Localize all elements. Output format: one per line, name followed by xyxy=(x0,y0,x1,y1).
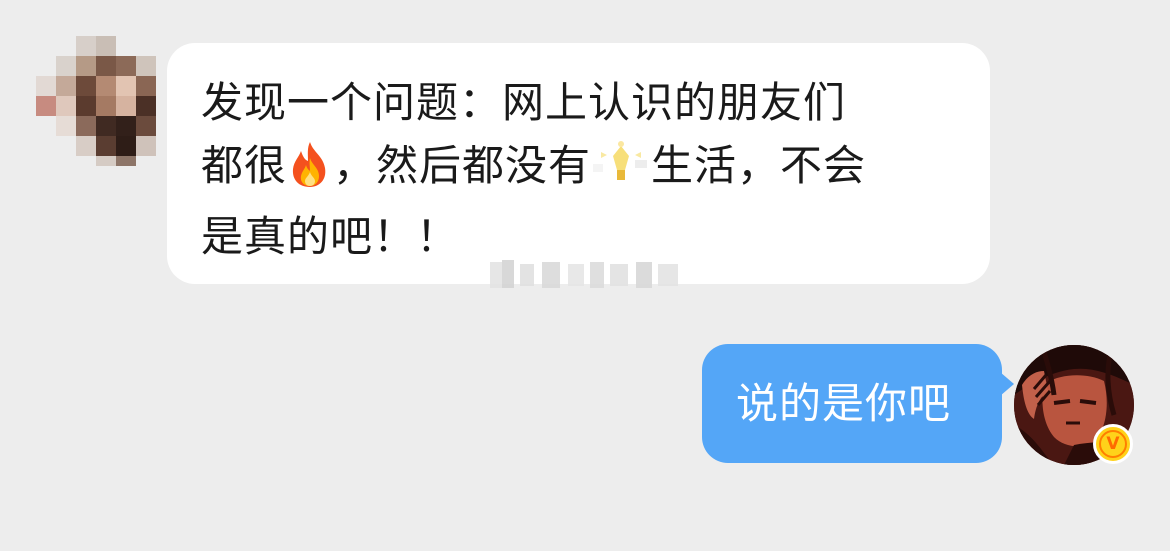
sender-avatar[interactable] xyxy=(36,36,156,166)
fire-emoji-icon xyxy=(287,140,333,205)
v-badge-icon: V xyxy=(1093,424,1133,464)
incoming-message-bubble[interactable]: 发现一个问题：网上认识的朋友们 都很 ，然后都没有 生活，不会 是真的吧！！ xyxy=(167,43,990,284)
incoming-message-line-2: 都很 ，然后都没有 生活，不会 xyxy=(201,134,958,205)
line2-text-c: 生活，不会 xyxy=(651,141,867,190)
pixelated-avatar-image xyxy=(36,36,156,166)
blurred-watermark xyxy=(490,260,678,288)
line2-text-b: ，然后都没有 xyxy=(333,141,592,190)
v-badge-inner: V xyxy=(1099,430,1127,458)
outgoing-message-text: 说的是你吧 xyxy=(736,379,952,428)
outgoing-message-bubble[interactable]: 说的是你吧 xyxy=(702,344,1014,463)
incoming-message-line-1: 发现一个问题：网上认识的朋友们 xyxy=(201,78,847,127)
sparkle-lightbulb-sticker-icon xyxy=(591,140,651,205)
line2-text-a: 都很 xyxy=(201,141,288,190)
